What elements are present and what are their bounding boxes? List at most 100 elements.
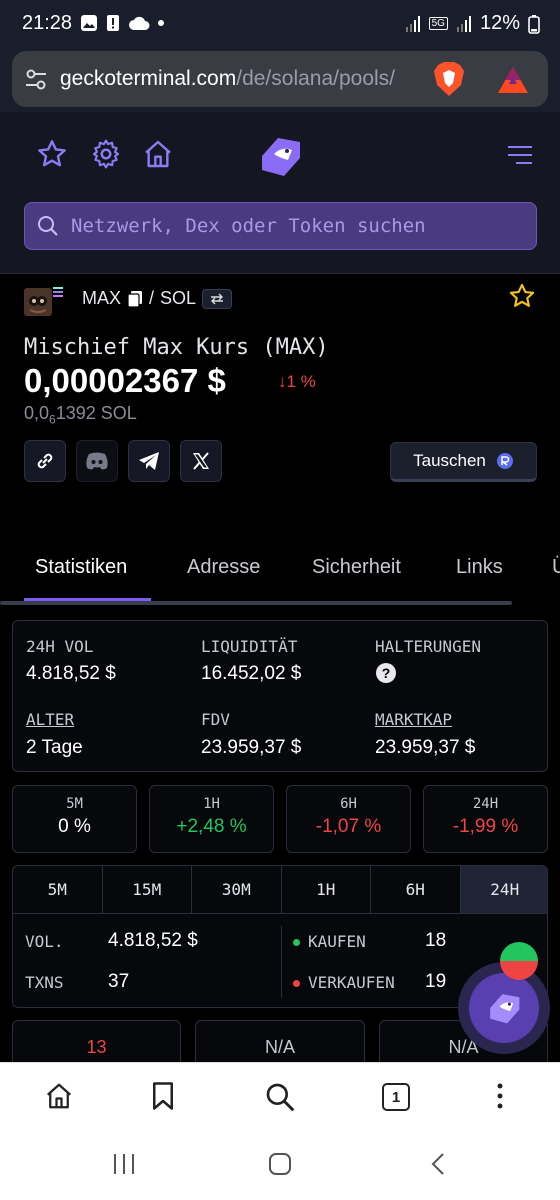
clock: 21:28 [22,12,73,34]
tab-address[interactable]: Adresse [187,556,260,579]
raydium-icon [496,453,513,469]
url-path: /de/solana/pools/ [236,67,396,90]
copy-icon[interactable] [127,290,143,308]
gallery-icon [81,15,97,31]
website-link-button[interactable] [24,440,66,482]
alert-icon [107,15,119,31]
txns-value: 37 [108,971,130,992]
browser-bottom-nav: 1 [0,1062,560,1132]
vol-value: 4.818,52 $ [26,663,116,684]
buy-dot-icon [293,939,300,946]
signal-icon-2 [456,15,471,32]
price-sol: 0,061392 SOL [24,403,137,427]
timeframe-tab-1h[interactable]: 1H [282,866,371,913]
range-vol-value: 4.818,52 $ [108,930,198,951]
status-bar: 21:28 5G 12% [0,0,560,48]
tab-switcher-button[interactable]: 1 [382,1083,410,1111]
buys-label: KAUFEN [293,932,366,951]
floating-gecko-button[interactable] [458,962,550,1054]
invert-pair-button[interactable] [202,288,233,309]
site-settings-icon[interactable] [24,69,48,91]
fdv-value: 23.959,37 $ [201,737,302,758]
swap-arrows-icon [211,293,224,304]
holders-label: HALTERUNGEN [375,637,481,656]
gecko-icon [490,994,520,1024]
discord-icon [86,452,108,470]
star-icon[interactable] [36,138,68,170]
timeframe-tab-30m[interactable]: 30M [192,866,282,913]
base-symbol: MAX [82,288,122,308]
sell-dot-icon [293,980,300,987]
network-5g-icon: 5G [428,17,448,30]
detail-tabs: Statistiken Adresse Sicherheit Links Ü [0,548,560,605]
address-bar[interactable]: geckoterminal.com/de/solana/pools/ [12,51,548,107]
telegram-icon [139,452,159,470]
change-5m[interactable]: 5M 0 % [12,785,137,853]
url-domain: geckoterminal.com [60,67,237,90]
back-icon[interactable] [428,1152,448,1176]
age-label[interactable]: ALTER [26,710,74,729]
more-options-icon[interactable] [490,1081,510,1111]
link-icon [37,453,53,469]
tab-statistics[interactable]: Statistiken [35,556,127,579]
swap-label: Tauschen [413,451,486,470]
bookmark-icon[interactable] [150,1081,176,1111]
token-avatar [24,288,52,316]
recent-apps-icon[interactable] [112,1152,136,1176]
site-header [0,112,560,274]
tab-scroll-track[interactable] [0,601,512,605]
tab-security[interactable]: Sicherheit [312,556,401,579]
home-icon[interactable] [44,1081,74,1111]
discord-link-button[interactable] [76,440,118,482]
geckoterminal-logo-icon[interactable] [254,134,306,178]
brave-shields-icon[interactable] [432,61,466,97]
telegram-link-button[interactable] [128,440,170,482]
cloud-icon [129,16,150,30]
signal-icon [405,15,420,32]
gear-icon[interactable] [90,138,122,170]
buys-value: 18 [425,930,447,951]
market-cap-label[interactable]: MARKTKAP [375,710,452,729]
sells-value: 19 [425,971,447,992]
help-icon[interactable]: ? [376,663,396,683]
home-icon[interactable] [142,138,174,170]
solana-chain-icon [53,287,63,297]
pair-label: MAX / SOL [82,288,233,309]
timeframe-tab-6h[interactable]: 6H [371,866,461,913]
change-24h[interactable]: 24H -1,99 % [423,785,548,853]
system-nav-bar [0,1132,560,1200]
menu-icon[interactable] [506,144,534,166]
home-button-icon[interactable] [268,1152,292,1176]
tab-more[interactable]: Ü [552,556,560,579]
pair-separator: / [149,288,155,308]
search-icon [38,216,58,236]
system-icons: 5G 12% [405,12,540,35]
price-usd: 0,00002367 $ [24,362,226,399]
swap-button[interactable]: Tauschen [390,442,537,482]
liquidity-value: 16.452,02 $ [201,663,302,684]
vol-label: 24H VOL [26,637,94,656]
range-divider [281,926,282,998]
timeframe-tab-24h[interactable]: 24H [460,866,547,913]
timeframe-tab-5m[interactable]: 5M [13,866,103,913]
liquidity-label: LIQUIDITÄT [201,637,298,656]
market-cap-value: 23.959,37 $ [375,737,476,758]
battery-percent: 12% [479,12,520,34]
price-change: ↓1 % [278,372,316,391]
favorite-star-icon[interactable] [508,282,536,310]
search-icon[interactable] [264,1081,296,1113]
fdv-label: FDV [201,710,230,729]
search-input[interactable] [71,203,521,249]
brave-rewards-icon[interactable] [496,65,530,95]
range-vol-label: VOL. [25,932,64,951]
x-icon [193,452,209,470]
token-title: Mischief Max Kurs (MAX) [24,335,329,360]
x-link-button[interactable] [180,440,222,482]
change-1h[interactable]: 1H +2,48 % [149,785,274,853]
change-6h[interactable]: 6H -1,07 % [286,785,411,853]
search-bar[interactable] [24,202,537,250]
url-text[interactable]: geckoterminal.com/de/solana/pools/ [60,67,420,91]
timeframe-tab-15m[interactable]: 15M [103,866,192,913]
active-tab-indicator [24,598,151,601]
tab-links[interactable]: Links [456,556,503,579]
